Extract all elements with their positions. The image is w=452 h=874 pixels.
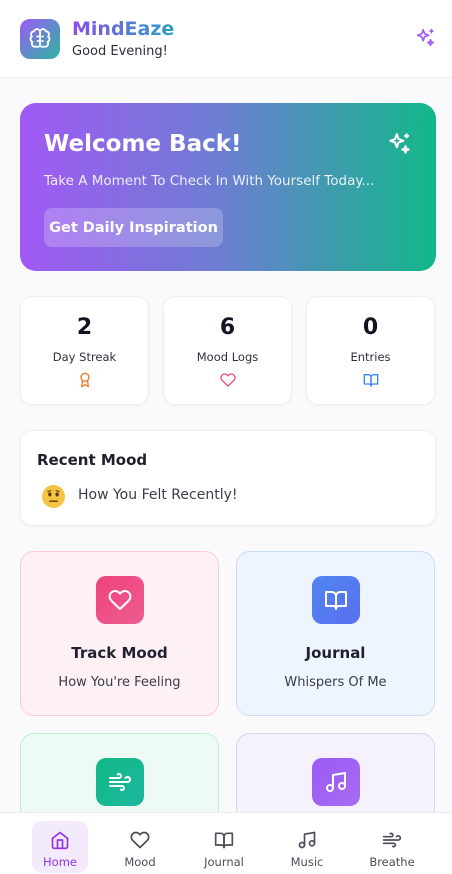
card-subtitle: Whispers Of Me (284, 675, 387, 690)
heart-icon (130, 831, 150, 849)
nav-label: Journal (204, 855, 244, 869)
music-icon (325, 772, 346, 792)
card-icon-tile (95, 576, 144, 624)
card-icon-tile (95, 758, 144, 806)
nav-label: Breathe (369, 855, 415, 869)
sparkles-icon (389, 133, 410, 154)
stat-value: 0 (362, 315, 379, 340)
recent-mood-title: Recent Mood (37, 451, 148, 469)
nav-label: Mood (124, 855, 156, 869)
banner-title: Welcome Back! (44, 131, 242, 157)
book-open-icon (324, 591, 347, 610)
uncertain-face-icon (42, 485, 65, 508)
stat-mood-logs: 6 Mood Logs (163, 296, 292, 405)
book-open-icon (363, 374, 378, 387)
wind-icon (382, 832, 402, 848)
award-icon (79, 372, 90, 388)
nav-item-breathe[interactable]: Breathe (364, 821, 420, 873)
journal-card[interactable]: Journal Whispers Of Me (236, 551, 435, 716)
nav-item-mood[interactable]: Mood (112, 821, 168, 873)
heart-icon (108, 590, 131, 610)
welcome-banner: Welcome Back! Take A Moment To Check In … (20, 103, 436, 271)
card-icon-tile (311, 576, 360, 624)
recent-mood-text: How You Felt Recently! (78, 487, 238, 503)
nav-item-home[interactable]: Home (32, 821, 88, 873)
nav-item-music[interactable]: Music (279, 821, 335, 873)
card-subtitle: How You're Feeling (58, 675, 181, 690)
music-icon (298, 831, 316, 849)
daily-inspiration-button[interactable]: Get Daily Inspiration (44, 208, 223, 247)
stat-label: Mood Logs (196, 350, 259, 364)
brain-icon (29, 28, 51, 48)
book-open-icon (214, 832, 234, 849)
bottom-navigation: Home Mood Journal Music Breathe (0, 812, 452, 874)
stat-day-streak: 2 Day Streak (20, 296, 149, 405)
stat-value: 2 (76, 315, 93, 340)
app-logo[interactable] (20, 19, 60, 59)
card-icon-tile (311, 758, 360, 806)
nav-item-journal[interactable]: Journal (196, 821, 252, 873)
stat-value: 6 (219, 315, 236, 340)
sparkles-icon[interactable] (414, 27, 436, 49)
track-mood-card[interactable]: Track Mood How You're Feeling (20, 551, 219, 716)
banner-subtitle: Take A Moment To Check In With Yourself … (44, 173, 375, 189)
nav-label: Music (290, 855, 324, 869)
home-icon (51, 831, 69, 850)
wind-icon (108, 773, 131, 791)
recent-mood-card[interactable]: Recent Mood How You Felt Recently! (20, 430, 436, 526)
stat-label: Entries (350, 350, 391, 364)
app-header: MindEaze Good Evening! (0, 0, 452, 78)
music-card[interactable] (236, 733, 435, 823)
breathe-card[interactable] (20, 733, 219, 823)
card-title: Track Mood (71, 644, 168, 662)
card-title: Journal (305, 644, 366, 662)
app-title: MindEaze (72, 18, 175, 40)
nav-label: Home (43, 855, 77, 869)
stat-entries: 0 Entries (306, 296, 435, 405)
stat-label: Day Streak (52, 350, 117, 364)
greeting-text: Good Evening! (72, 44, 168, 59)
heart-icon (219, 373, 236, 387)
